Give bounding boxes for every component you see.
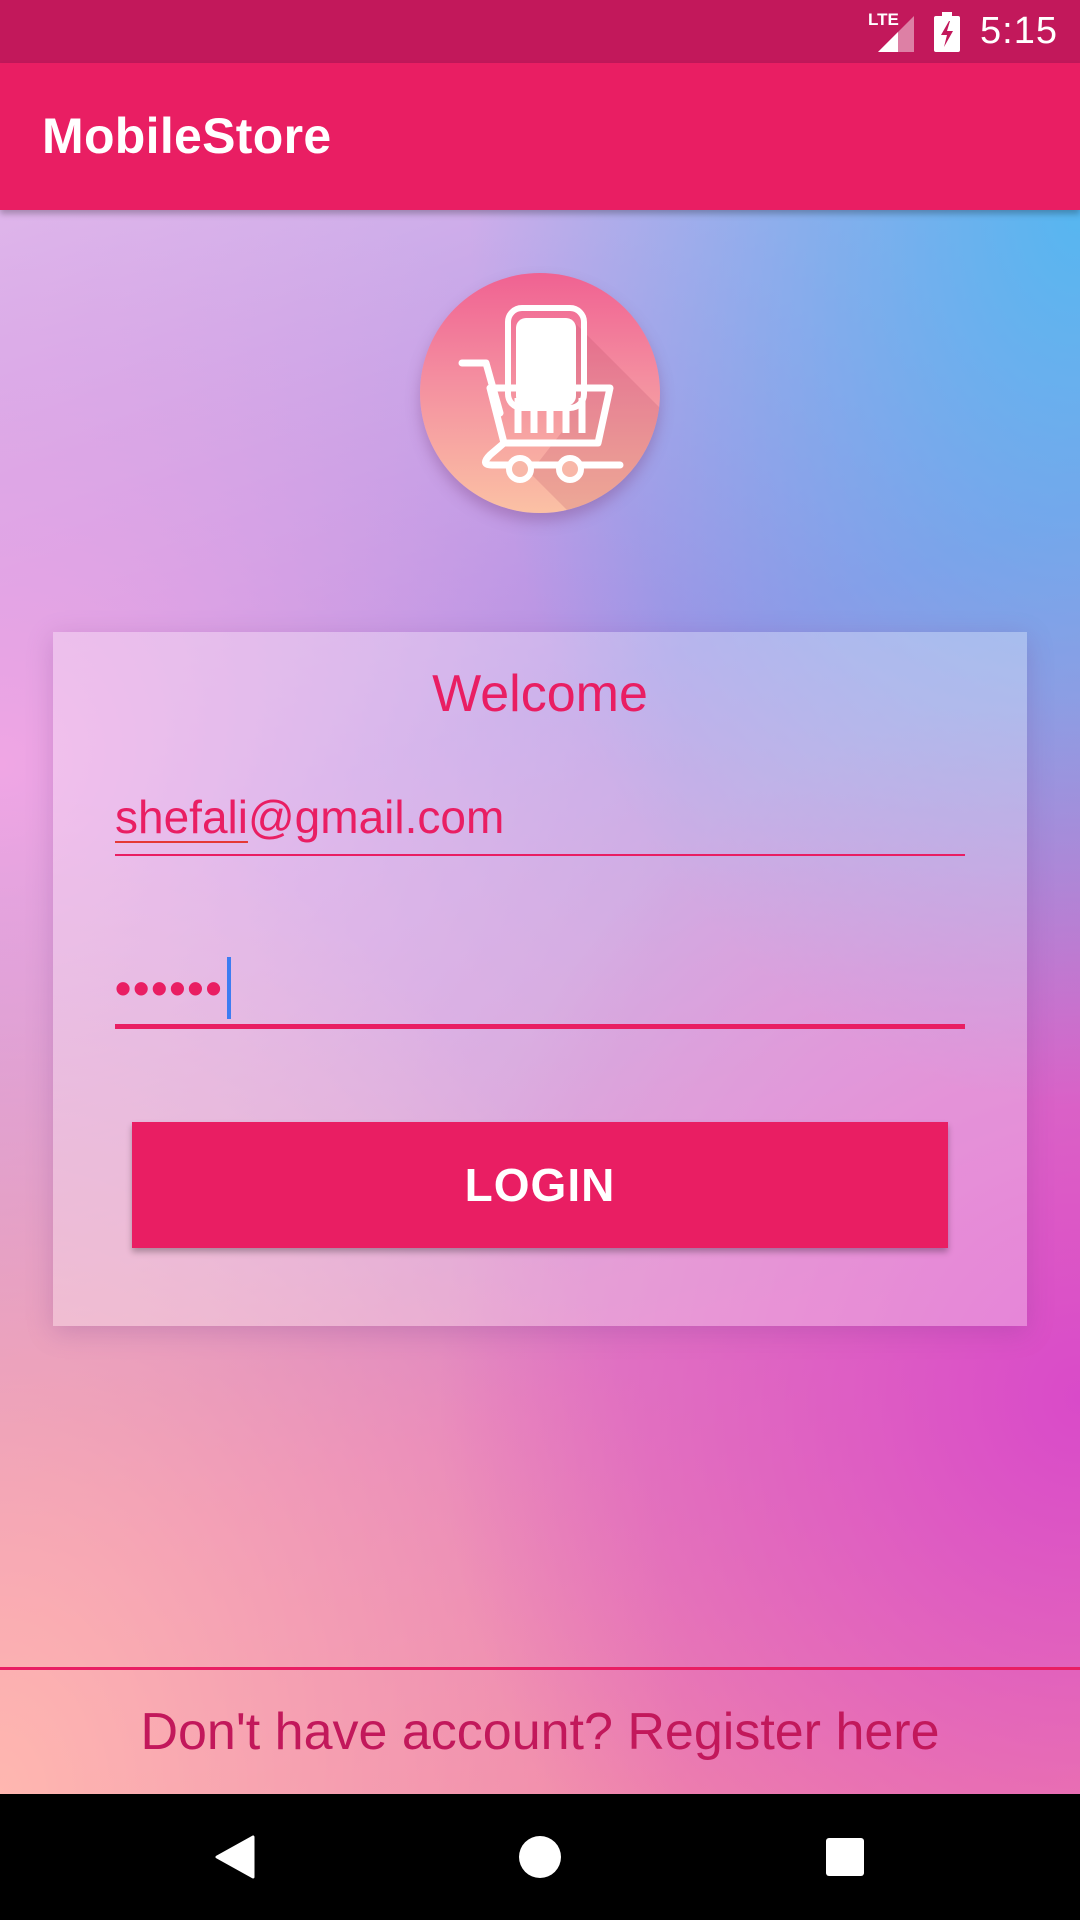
lte-signal-icon: LTE	[868, 9, 915, 52]
email-field[interactable]: shefali@gmail.com	[115, 790, 965, 856]
status-bar: LTE 5:15	[0, 0, 1080, 63]
app-title: MobileStore	[42, 108, 332, 164]
email-username: shefali	[115, 791, 248, 843]
register-link[interactable]: Don't have account? Register here	[0, 1670, 1080, 1794]
back-icon	[215, 1835, 255, 1879]
login-screen: Welcome shefali@gmail.com •••••• LOGIN D…	[0, 210, 1080, 1794]
email-domain: @gmail.com	[247, 791, 505, 843]
store-logo	[420, 273, 660, 513]
welcome-heading: Welcome	[432, 665, 648, 723]
status-icons: LTE 5:15	[868, 0, 1058, 63]
navigation-bar	[0, 1794, 1080, 1920]
login-button[interactable]: LOGIN	[132, 1122, 948, 1248]
home-icon	[519, 1836, 561, 1878]
text-cursor	[226, 957, 231, 1019]
login-card: Welcome shefali@gmail.com •••••• LOGIN	[53, 632, 1027, 1326]
network-type-label: LTE	[868, 9, 899, 29]
recents-button[interactable]	[785, 1794, 905, 1920]
shopping-cart-icon	[458, 305, 660, 513]
status-time: 5:15	[980, 10, 1058, 52]
password-field[interactable]: ••••••	[115, 952, 965, 1029]
battery-charging-icon	[934, 11, 961, 52]
app-bar: MobileStore	[0, 63, 1080, 210]
home-button[interactable]	[480, 1794, 600, 1920]
password-masked-value: ••••••	[115, 962, 224, 1014]
recents-icon	[826, 1838, 864, 1876]
back-button[interactable]	[175, 1794, 295, 1920]
